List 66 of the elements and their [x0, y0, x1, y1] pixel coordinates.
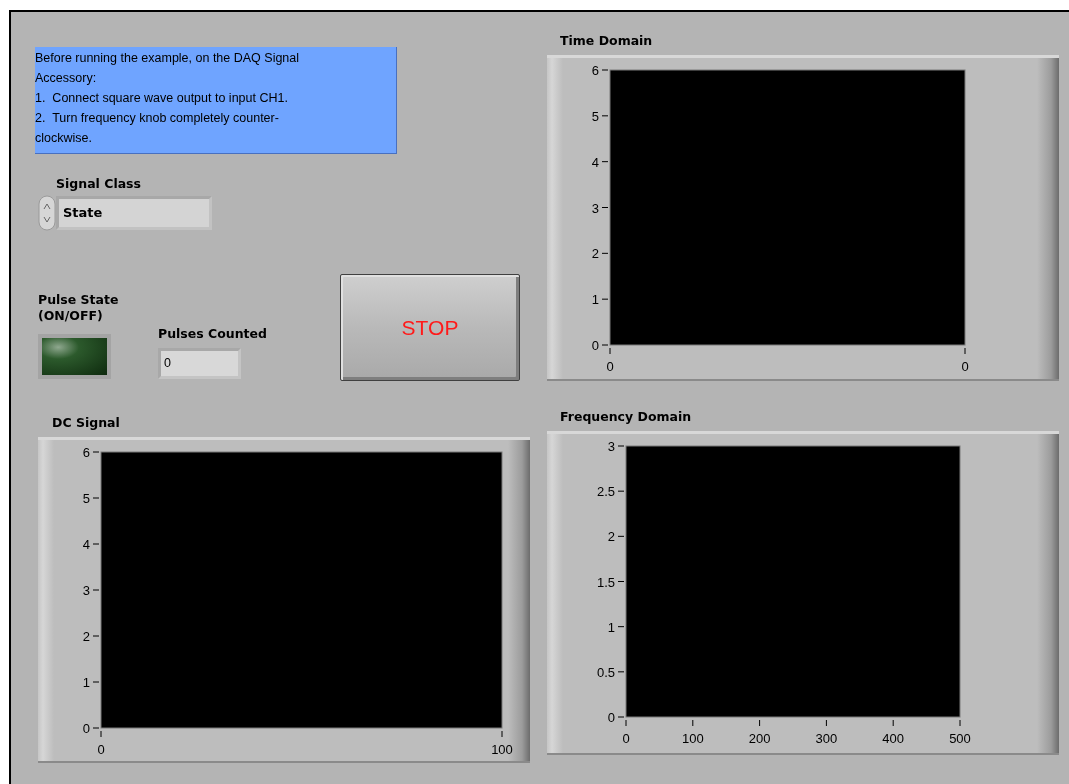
signal-class-field[interactable]: State	[56, 196, 212, 230]
tick-label: 0	[591, 338, 599, 353]
tick-label: 3	[607, 439, 615, 454]
tick-label: 6	[591, 63, 599, 78]
tick-mark	[92, 635, 100, 637]
tick-mark	[601, 161, 609, 163]
tick-mark	[601, 115, 609, 117]
tick-label: 1	[607, 619, 615, 635]
tick-label: 0	[622, 731, 630, 746]
tick-label: 0	[82, 721, 90, 736]
tick-label: 0	[607, 710, 615, 725]
tick-label: 0	[606, 359, 614, 374]
tick-mark	[825, 719, 827, 727]
tick-label: 200	[748, 731, 771, 746]
tick-label: 500	[949, 731, 971, 746]
tick-label: 100	[491, 742, 513, 756]
tick-label: 1.5	[596, 574, 615, 590]
tick-label: 2	[607, 529, 615, 545]
tick-mark	[617, 490, 625, 492]
tick-mark	[92, 681, 100, 683]
tick-mark	[759, 719, 761, 727]
tick-label: 3	[591, 200, 599, 216]
tick-mark	[617, 581, 625, 582]
tick-label: 0	[97, 742, 105, 756]
tick-mark	[617, 445, 625, 447]
tick-mark	[964, 347, 966, 355]
tick-label: 1	[591, 292, 599, 308]
control-label: Signal Class	[56, 176, 142, 192]
pulses-counted-field: 0	[158, 348, 241, 379]
tick-label: 6	[82, 445, 90, 460]
graph-title: Time Domain	[560, 33, 654, 49]
tick-mark	[601, 69, 609, 71]
tick-mark	[92, 543, 100, 545]
indicator-label: Pulse State (ON/OFF)	[38, 292, 120, 324]
tick-mark	[892, 719, 894, 727]
tick-label: 100	[681, 731, 704, 746]
tick-label: 0.5	[596, 664, 615, 680]
tick-label: 5	[82, 491, 90, 506]
tick-label: 0	[961, 359, 969, 374]
tick-mark	[92, 497, 100, 499]
tick-label: 5	[591, 108, 599, 124]
tick-mark	[92, 589, 100, 591]
instructions-note: Before running the example, on the DAQ Signal Accessory: 1. Connect square wave output to input CH1. 2. Turn frequency knob completely counter- clockwise.	[35, 47, 397, 154]
tick-label: 2	[82, 629, 90, 644]
tick-mark	[692, 719, 694, 727]
tick-mark	[617, 671, 625, 673]
tick-mark	[959, 719, 961, 727]
tick-label: 4	[591, 154, 599, 170]
tick-mark	[617, 535, 625, 537]
tick-mark	[601, 252, 609, 254]
tick-mark	[601, 298, 609, 300]
increment-decrement-icon[interactable]	[38, 195, 56, 231]
tick-mark	[501, 730, 503, 738]
tick-label: 300	[815, 731, 838, 746]
graph-title: Frequency Domain	[560, 409, 693, 425]
graph-title: DC Signal	[52, 415, 121, 431]
tick-label: 1	[82, 675, 90, 690]
tick-label: 2.5	[596, 484, 615, 500]
tick-label: 2	[591, 246, 599, 262]
tick-label: 400	[882, 731, 905, 746]
tick-mark	[617, 626, 625, 628]
tick-label: 4	[82, 537, 90, 552]
tick-mark	[601, 207, 609, 208]
tick-mark	[92, 451, 100, 453]
indicator-label: Pulses Counted	[158, 326, 268, 342]
tick-label: 3	[82, 583, 90, 598]
